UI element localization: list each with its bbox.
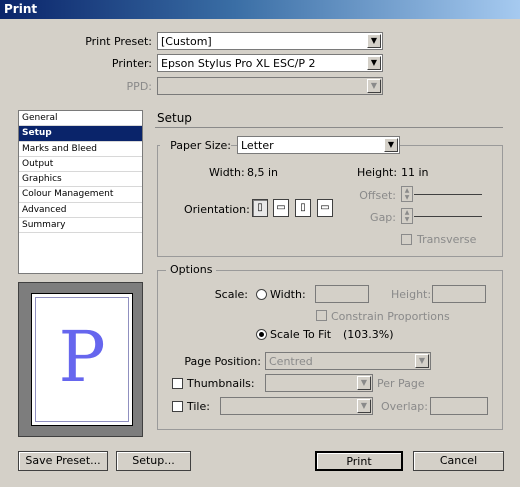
scale-to-fit-radio[interactable] [256,329,267,340]
gap-field [414,216,482,217]
preview-paper: P [31,293,133,426]
tile-label: Tile: [187,400,210,413]
scale-width-radio[interactable] [256,289,267,300]
print-preset-dropdown[interactable]: [Custom] ▼ [157,32,383,50]
paper-size-dropdown[interactable]: Letter ▼ [237,136,400,154]
orientation-label: Orientation: [184,203,250,216]
printer-dropdown[interactable]: Epson Stylus Pro XL ESC/P 2 ▼ [157,54,383,72]
page-position-label: Page Position: [184,355,261,368]
print-preset-value: [Custom] [161,35,212,48]
chevron-down-icon: ▼ [384,138,398,152]
scale-width-label: Width: [270,288,306,301]
portrait-orientation-icon[interactable]: ▯ [252,199,268,217]
width-label: Width: [209,166,245,179]
page-position-value: Centred [269,355,313,368]
tile-checkbox[interactable] [172,401,183,412]
thumbnails-label: Thumbnails: [187,377,255,390]
scale-label: Scale: [214,288,248,301]
height-label: Height: [357,166,398,179]
height-value: 11 in [401,166,429,179]
chevron-down-icon: ▼ [415,354,429,368]
scale-height-field [432,285,486,303]
reverse-landscape-orientation-icon[interactable]: ▭ [317,199,333,217]
sidebar-item-marks-and-bleed[interactable]: Marks and Bleed [19,142,142,157]
cancel-button[interactable]: Cancel [413,451,504,471]
printer-label: Printer: [111,57,152,70]
ppd-label: PPD: [126,80,152,93]
sidebar-item-colour-management[interactable]: Colour Management [19,187,142,203]
sidebar-item-setup[interactable]: Setup [19,126,142,142]
offset-stepper: ▲ ▼ [401,186,413,202]
transverse-label: Transverse [417,233,477,246]
tile-dropdown: ▼ [220,397,373,415]
printer-value: Epson Stylus Pro XL ESC/P 2 [161,57,316,70]
offset-field [414,194,482,195]
constrain-proportions-label: Constrain Proportions [331,310,450,323]
options-title: Options [166,263,217,276]
thumbnails-dropdown: ▼ [265,374,373,392]
preview-glyph: P [58,316,106,398]
overlap-field [430,397,488,415]
sidebar-item-graphics[interactable]: Graphics [19,172,142,188]
scale-to-fit-value: (103.3%) [343,328,394,341]
sidebar-item-advanced[interactable]: Advanced [19,203,142,219]
transverse-checkbox [401,234,412,245]
section-divider [155,127,503,128]
sidebar-item-general[interactable]: General [19,111,142,127]
paper-size-label: Paper Size: [160,139,231,152]
scale-width-field [315,285,369,303]
save-preset-button[interactable]: Save Preset... [18,451,108,471]
gap-stepper: ▲ ▼ [401,208,413,224]
ppd-dropdown: ▼ [157,77,383,95]
print-button[interactable]: Print [315,451,403,471]
title-bar: Print [0,0,520,19]
page-position-dropdown: Centred ▼ [265,352,431,370]
constrain-proportions-checkbox [316,310,327,321]
page-preview: P [18,282,143,437]
chevron-down-icon: ▼ [367,79,381,93]
window-title: Print [4,2,38,16]
offset-label: Offset: [359,189,396,202]
per-page-label: Per Page [377,377,425,390]
reverse-portrait-orientation-icon[interactable]: ▯ [295,199,311,217]
width-value: 8,5 in [247,166,279,179]
scale-height-label: Height: [391,288,432,301]
overlap-label: Overlap: [381,400,428,413]
chevron-down-icon: ▼ [367,56,381,70]
sidebar-item-output[interactable]: Output [19,157,142,173]
chevron-down-icon: ▼ [367,34,381,48]
section-title: Setup [157,111,192,125]
scale-to-fit-label: Scale To Fit [270,328,332,341]
landscape-orientation-icon[interactable]: ▭ [273,199,289,217]
gap-label: Gap: [370,211,396,224]
print-preset-label: Print Preset: [85,35,152,48]
sidebar-item-summary[interactable]: Summary [19,218,142,234]
settings-category-list[interactable]: General Setup Marks and Bleed Output Gra… [18,110,143,274]
paper-size-value: Letter [241,139,274,152]
setup-button[interactable]: Setup... [116,451,191,471]
chevron-down-icon: ▼ [357,376,371,390]
thumbnails-checkbox[interactable] [172,378,183,389]
chevron-down-icon: ▼ [357,399,371,413]
